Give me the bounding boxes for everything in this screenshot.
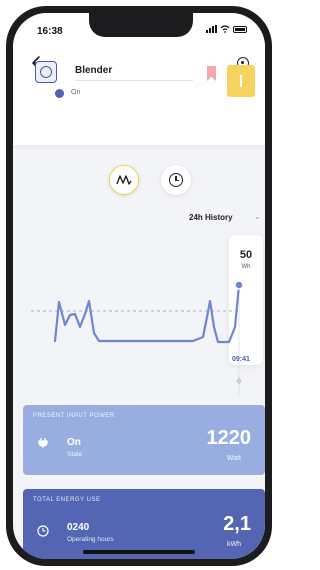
name-underline: [75, 80, 193, 81]
home-indicator[interactable]: [83, 550, 195, 554]
total-energy-card: TOTAL ENERGY USE 0240 Operating hours 2,…: [23, 489, 265, 559]
hours-value: 0240: [67, 522, 90, 533]
energy-unit: kWh: [227, 541, 241, 548]
status-time: 16:38: [37, 26, 63, 37]
clock-icon: [37, 525, 49, 537]
tooltip-time: 09:41: [232, 356, 250, 363]
status-icons: [206, 25, 247, 33]
chart-current-point: [234, 280, 244, 290]
chart-wave-icon: [115, 174, 132, 185]
device-status: On: [71, 89, 81, 96]
power-value: 1220: [206, 427, 252, 449]
device-name: Blender: [75, 65, 113, 76]
power-unit: Watt: [226, 455, 241, 462]
chevron-down-icon[interactable]: ⌄: [254, 212, 261, 221]
app-screen: 16:38 Blender On 24h History ⌄ 50 Wh 09:…: [13, 13, 265, 559]
hours-label: Operating hours: [67, 536, 114, 543]
energy-value: 2,1: [223, 513, 251, 535]
blender-device-icon: [35, 61, 57, 83]
phone-frame: 16:38 Blender On 24h History ⌄ 50 Wh 09:…: [6, 6, 272, 566]
signal-icon: [206, 25, 217, 33]
history-range-select[interactable]: 24h History: [189, 213, 233, 222]
power-toggle-button[interactable]: [227, 65, 255, 97]
notch: [89, 13, 193, 37]
clock-icon: [169, 173, 183, 187]
chart-series-line: [53, 283, 241, 344]
energy-history-chart: [31, 280, 244, 395]
state-label: State: [67, 451, 83, 458]
status-indicator-icon: [55, 89, 64, 98]
present-power-card: PRESENT INPUT POWER On State 1220 Watt: [23, 405, 265, 475]
state-value: On: [67, 437, 81, 448]
chart-mode-button[interactable]: [109, 165, 139, 195]
card-title: TOTAL ENERGY USE: [33, 497, 101, 503]
plug-icon: [38, 438, 48, 448]
card-title: PRESENT INPUT POWER: [33, 413, 115, 419]
battery-icon: [233, 25, 247, 33]
schedule-mode-button[interactable]: [161, 165, 191, 195]
wifi-icon: [220, 25, 230, 33]
chart-marker-icon: [236, 377, 242, 385]
